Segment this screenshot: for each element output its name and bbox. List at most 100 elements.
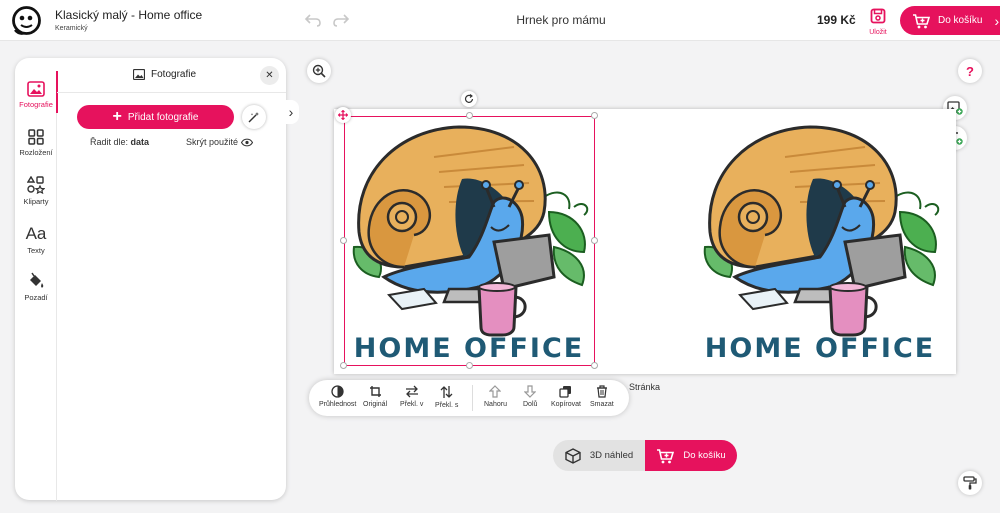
move-icon — [338, 110, 348, 120]
delete-button[interactable]: Smazat — [590, 385, 614, 408]
zoom-button[interactable] — [307, 59, 331, 83]
tab-label: Rozložení — [19, 148, 53, 157]
left-panel: Fotografie Rozložení Kliparty Aa Texty P… — [15, 58, 286, 501]
tab-label: Pozadí — [24, 293, 48, 302]
design-image-right[interactable]: HOME OFFICE — [695, 117, 945, 367]
element-toolbar: Průhlednost Originál Překl. v Překl. s N… — [309, 380, 629, 416]
tab-fotografie[interactable]: Fotografie — [15, 71, 58, 119]
crop-icon — [369, 386, 381, 397]
shapes-icon — [27, 176, 45, 194]
add-photo-label: Přidat fotografie — [127, 111, 199, 123]
question-mark-icon: ? — [966, 63, 974, 79]
toolbar-label: Průhlednost — [319, 401, 357, 408]
opacity-button[interactable]: Průhlednost — [319, 385, 356, 408]
panel-title-text: Fotografie — [151, 69, 197, 80]
magic-wand-icon — [248, 112, 259, 123]
snail-illustration: HOME OFFICE — [703, 125, 940, 364]
resize-handle[interactable] — [591, 112, 598, 119]
original-button[interactable]: Originál — [363, 385, 387, 408]
rotate-icon — [464, 94, 474, 103]
add-to-cart-button[interactable]: Do košíku — [645, 440, 737, 471]
panel-collapse-button[interactable]: › — [283, 100, 299, 124]
resize-handle[interactable] — [591, 237, 598, 244]
sort-control[interactable]: Řadit dle: data — [90, 137, 149, 147]
move-handle[interactable] — [335, 107, 351, 123]
flip-horizontal-icon — [405, 385, 418, 398]
page-label: Stránka — [629, 382, 661, 392]
tab-texty[interactable]: Aa Texty — [15, 215, 57, 263]
eye-icon — [241, 138, 254, 146]
toolbar-label: Smazat — [590, 401, 614, 408]
3d-preview-button[interactable]: 3D náhled — [553, 440, 645, 471]
layout-icon — [28, 129, 44, 145]
tab-pozadi[interactable]: Pozadí — [15, 263, 57, 311]
chevron-right-icon: › — [288, 104, 294, 120]
text-aa-icon: Aa — [25, 223, 47, 243]
help-button[interactable]: ? — [958, 59, 982, 83]
bring-up-button[interactable]: Nahoru — [484, 385, 507, 408]
flip-vertical-icon — [440, 386, 453, 398]
cube-icon — [565, 447, 581, 464]
cart-icon — [913, 13, 930, 28]
resize-handle[interactable] — [340, 237, 347, 244]
panel-title: Fotografie — [133, 69, 196, 80]
copy-button[interactable]: Kopírovat — [551, 385, 581, 408]
home-office-text: HOME OFFICE — [705, 333, 935, 364]
price-label: 199 Kč — [817, 13, 856, 27]
toolbar-label: Originál — [363, 401, 388, 408]
top-bar: Klasický malý - Home office Keramický Hr… — [0, 0, 1000, 41]
bottom-actions: 3D náhled Do košíku — [553, 440, 737, 471]
save-button[interactable]: Uložit — [866, 8, 890, 36]
chevron-right-icon: › — [994, 12, 1000, 29]
header-cart-label: Do košíku — [938, 15, 983, 26]
flip-vertical-button[interactable]: Překl. s — [435, 385, 458, 409]
sort-value: data — [130, 137, 150, 147]
panel-close-button[interactable]: ✕ — [260, 66, 279, 85]
magic-wand-button[interactable] — [242, 105, 266, 129]
toolbar-label: Nahoru — [484, 401, 507, 408]
header-cart-button[interactable]: Do košíku › — [900, 6, 1000, 35]
tab-label: Fotografie — [19, 100, 53, 109]
paint-roller-icon — [963, 476, 977, 490]
tab-label: Texty — [27, 245, 45, 255]
toolbar-label: Dolů — [523, 401, 538, 408]
rotate-handle[interactable] — [461, 91, 477, 107]
tab-kliparty[interactable]: Kliparty — [15, 167, 57, 215]
hide-used-label: Skrýt použité — [186, 137, 239, 147]
3d-preview-label: 3D náhled — [589, 450, 634, 461]
plus-icon: + — [112, 108, 122, 125]
divider — [472, 385, 473, 411]
arrow-down-icon — [524, 385, 537, 398]
hide-used-toggle[interactable]: Skrýt použité — [186, 137, 254, 147]
toolbar-label: Překl. s — [435, 402, 459, 409]
save-label: Uložit — [869, 29, 887, 36]
close-icon: ✕ — [265, 70, 274, 81]
send-down-button[interactable]: Dolů — [523, 385, 537, 408]
copy-icon — [559, 386, 572, 398]
arrow-up-icon — [489, 385, 502, 398]
cart-icon — [657, 448, 675, 463]
toolbar-label: Překl. v — [400, 401, 424, 408]
zoom-in-icon — [312, 64, 326, 78]
tab-label: Kliparty — [23, 197, 49, 206]
add-to-cart-label: Do košíku — [683, 450, 726, 461]
resize-handle[interactable] — [466, 112, 473, 119]
resize-handle[interactable] — [340, 362, 347, 369]
selection-frame[interactable] — [344, 116, 595, 366]
flip-horizontal-button[interactable]: Překl. v — [400, 385, 423, 408]
paint-bucket-icon — [30, 272, 44, 288]
opacity-icon — [331, 385, 344, 398]
sidebar-tabs: Fotografie Rozložení Kliparty Aa Texty P… — [15, 71, 58, 501]
image-icon — [133, 69, 145, 80]
save-icon — [870, 8, 886, 24]
sort-label: Řadit dle: — [90, 137, 129, 147]
resize-handle[interactable] — [466, 362, 473, 369]
image-icon — [27, 81, 45, 97]
trash-icon — [596, 385, 607, 398]
toolbar-label: Kopírovat — [551, 401, 581, 408]
add-photo-button[interactable]: + Přidat fotografie — [77, 105, 234, 129]
resize-handle[interactable] — [591, 362, 598, 369]
divider — [57, 92, 286, 93]
tab-rozlozeni[interactable]: Rozložení — [15, 119, 57, 167]
paint-roller-button[interactable] — [958, 471, 982, 495]
